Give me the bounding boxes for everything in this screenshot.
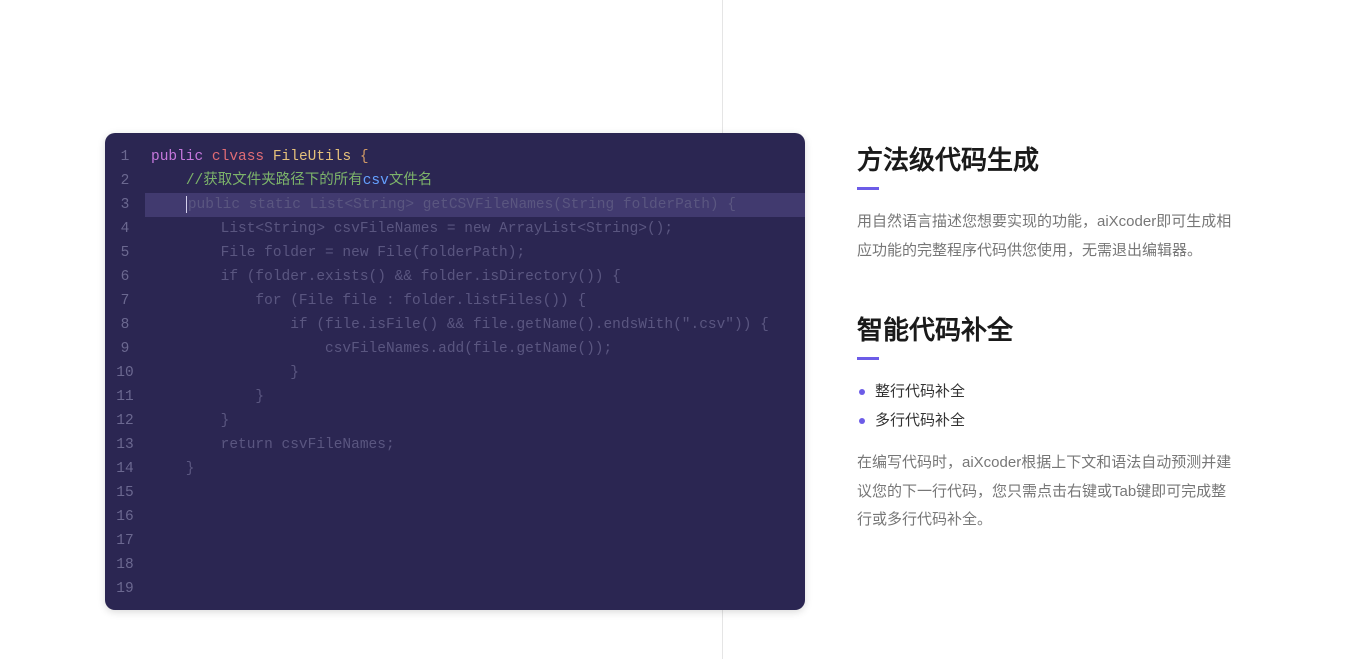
line-number: 12 — [105, 409, 145, 433]
line-number: 4 — [105, 217, 145, 241]
code-line: //获取文件夹路径下的所有csv文件名 — [145, 169, 805, 193]
ghost-suggestion: } — [151, 365, 299, 381]
ghost-suggestion: if (file.isFile() && file.getName().ends… — [151, 317, 769, 333]
list-item: 多行代码补全 — [857, 407, 1237, 436]
line-number: 5 — [105, 241, 145, 265]
feature-description: 用自然语言描述您想要实现的功能，aiXcoder即可生成相应功能的完整程序代码供… — [857, 208, 1237, 265]
code-line: } — [145, 409, 805, 433]
line-number: 2 — [105, 169, 145, 193]
code-line-highlighted: public static List<String> getCSVFileNam… — [145, 193, 805, 217]
code-line: for (File file : folder.listFiles()) { — [145, 289, 805, 313]
code-line: List<String> csvFileNames = new ArrayLis… — [145, 217, 805, 241]
list-item: 整行代码补全 — [857, 378, 1237, 407]
code-line: public clvass FileUtils { — [145, 145, 805, 169]
comment-text: //获取文件夹路径下的所有 — [186, 173, 363, 189]
brace: { — [360, 149, 369, 165]
code-line: } — [145, 385, 805, 409]
ghost-suggestion: public static List<String> getCSVFileNam… — [188, 197, 736, 213]
feature-bullet-list: 整行代码补全 多行代码补全 — [857, 378, 1237, 435]
line-number: 14 — [105, 457, 145, 481]
line-number: 8 — [105, 313, 145, 337]
features-sidebar: 方法级代码生成 用自然语言描述您想要实现的功能，aiXcoder即可生成相应功能… — [857, 140, 1237, 580]
line-number: 17 — [105, 529, 145, 553]
code-line: return csvFileNames; — [145, 433, 805, 457]
code-line: csvFileNames.add(file.getName()); — [145, 337, 805, 361]
ghost-suggestion: List<String> csvFileNames = new ArrayLis… — [151, 221, 673, 237]
line-number: 15 — [105, 481, 145, 505]
code-line: if (file.isFile() && file.getName().ends… — [145, 313, 805, 337]
line-number: 13 — [105, 433, 145, 457]
title-underline — [857, 187, 879, 190]
ghost-suggestion: if (folder.exists() && folder.isDirector… — [151, 269, 621, 285]
line-number: 19 — [105, 577, 145, 601]
line-number: 1 — [105, 145, 145, 169]
feature-description: 在编写代码时，aiXcoder根据上下文和语法自动预测并建议您的下一行代码，您只… — [857, 449, 1237, 535]
feature-title: 智能代码补全 — [857, 310, 1237, 347]
line-number: 7 — [105, 289, 145, 313]
ghost-suggestion: File folder = new File(folderPath); — [151, 245, 525, 261]
title-underline — [857, 357, 879, 360]
code-line: File folder = new File(folderPath); — [145, 241, 805, 265]
ghost-suggestion: } — [151, 389, 264, 405]
code-line: } — [145, 457, 805, 481]
feature-title: 方法级代码生成 — [857, 140, 1237, 177]
code-editor-panel: 1 2 3 4 5 6 7 8 9 10 11 12 13 14 15 16 1… — [105, 133, 805, 610]
line-number-gutter: 1 2 3 4 5 6 7 8 9 10 11 12 13 14 15 16 1… — [105, 145, 145, 601]
class-name: FileUtils — [273, 149, 351, 165]
ghost-suggestion: for (File file : folder.listFiles()) { — [151, 293, 586, 309]
line-number: 11 — [105, 385, 145, 409]
comment-text: 文件名 — [389, 173, 433, 189]
line-number: 6 — [105, 265, 145, 289]
line-number: 16 — [105, 505, 145, 529]
keyword-public: public — [151, 149, 203, 165]
feature-code-completion: 智能代码补全 整行代码补全 多行代码补全 在编写代码时，aiXcoder根据上下… — [857, 310, 1237, 535]
indent — [151, 173, 186, 189]
ghost-suggestion: } — [151, 413, 229, 429]
ghost-suggestion: return csvFileNames; — [151, 437, 395, 453]
code-lines-area[interactable]: public clvass FileUtils { //获取文件夹路径下的所有c… — [145, 145, 805, 601]
comment-csv: csv — [363, 173, 389, 189]
feature-code-generation: 方法级代码生成 用自然语言描述您想要实现的功能，aiXcoder即可生成相应功能… — [857, 140, 1237, 265]
line-number: 3 — [105, 193, 145, 217]
line-number: 9 — [105, 337, 145, 361]
code-line: if (folder.exists() && folder.isDirector… — [145, 265, 805, 289]
code-line: } — [145, 361, 805, 385]
line-number: 18 — [105, 553, 145, 577]
cursor-icon — [186, 196, 187, 213]
ghost-suggestion: } — [151, 461, 195, 477]
line-number: 10 — [105, 361, 145, 385]
code-content: 1 2 3 4 5 6 7 8 9 10 11 12 13 14 15 16 1… — [105, 133, 805, 601]
keyword-class: clvass — [212, 149, 264, 165]
indent — [151, 197, 186, 213]
ghost-suggestion: csvFileNames.add(file.getName()); — [151, 341, 612, 357]
